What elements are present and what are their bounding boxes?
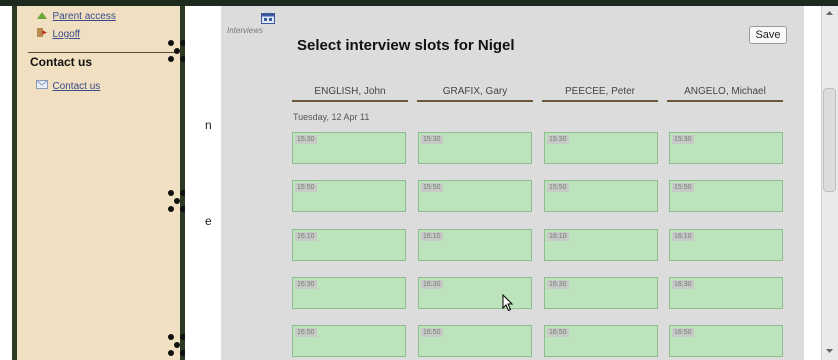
interview-slot[interactable]: 15:30 <box>669 132 783 164</box>
interview-slot[interactable]: 16:30 <box>292 277 406 309</box>
slot-time: 16:50 <box>672 328 694 337</box>
slot-time: 16:50 <box>295 328 317 337</box>
interview-slot[interactable]: 15:50 <box>418 180 532 212</box>
page-title: Select interview slots for Nigel <box>297 37 515 54</box>
interview-slot[interactable]: 16:50 <box>292 325 406 357</box>
slot-time: 16:10 <box>672 232 694 241</box>
left-page-edge <box>0 6 12 360</box>
interview-slot[interactable]: 15:50 <box>544 180 658 212</box>
interview-slot[interactable]: 16:10 <box>669 229 783 261</box>
contact-divider <box>28 52 178 53</box>
teacher-column-header: ENGLISH, John <box>292 86 408 102</box>
sidebar-item-parent-access[interactable]: Parent access <box>36 6 116 24</box>
slot-time: 15:50 <box>672 183 694 192</box>
section-label: Interviews <box>227 26 264 35</box>
slot-time: 16:30 <box>295 280 317 289</box>
slot-time: 16:50 <box>547 328 569 337</box>
interview-slot[interactable]: 16:50 <box>418 325 532 357</box>
interview-slot[interactable]: 15:30 <box>544 132 658 164</box>
sidebar-item-logoff[interactable]: Logoff <box>36 24 80 42</box>
clipped-text: n <box>205 118 212 132</box>
slot-time: 15:30 <box>547 135 569 144</box>
slot-time: 16:30 <box>547 280 569 289</box>
slot-time: 16:10 <box>295 232 317 241</box>
calendar-icon <box>261 13 275 24</box>
interview-slot[interactable]: 16:30 <box>544 277 658 309</box>
slot-time: 15:30 <box>295 135 317 144</box>
interview-slot[interactable]: 16:50 <box>544 325 658 357</box>
teacher-column-header: GRAFIX, Gary <box>417 86 533 102</box>
slot-time: 15:30 <box>672 135 694 144</box>
interview-slot[interactable]: 16:10 <box>544 229 658 261</box>
slot-time: 15:30 <box>421 135 443 144</box>
scroll-up-arrow-icon[interactable] <box>821 6 838 20</box>
slot-time: 16:30 <box>421 280 443 289</box>
teacher-column-header: PEECEE, Peter <box>542 86 658 102</box>
envelope-icon <box>36 80 48 90</box>
date-label: Tuesday, 12 Apr 11 <box>293 112 370 122</box>
interview-slot[interactable]: 16:10 <box>292 229 406 261</box>
slot-time: 16:30 <box>672 280 694 289</box>
interview-slot[interactable]: 15:30 <box>418 132 532 164</box>
slot-time: 16:10 <box>421 232 443 241</box>
slot-time: 16:50 <box>421 328 443 337</box>
mouse-pointer-icon <box>502 294 514 312</box>
save-button[interactable]: Save <box>749 26 787 44</box>
page-gap <box>185 6 221 360</box>
scrollbar-thumb[interactable] <box>823 88 836 192</box>
interview-slot[interactable]: 16:30 <box>418 277 532 309</box>
contact-us-link[interactable]: Contact us <box>52 81 100 92</box>
interview-slot[interactable]: 15:30 <box>292 132 406 164</box>
interview-slot[interactable]: 16:10 <box>418 229 532 261</box>
slot-time: 16:10 <box>547 232 569 241</box>
sidebar-item-contact-us[interactable]: Contact us <box>36 76 100 94</box>
interview-slot[interactable]: 16:30 <box>669 277 783 309</box>
interview-slot[interactable]: 15:50 <box>669 180 783 212</box>
slot-time: 15:50 <box>421 183 443 192</box>
slot-time: 15:50 <box>547 183 569 192</box>
parent-access-link[interactable]: Parent access <box>52 11 115 22</box>
interview-slot[interactable]: 16:50 <box>669 325 783 357</box>
logoff-icon <box>37 28 47 38</box>
teacher-column-header: ANGELO, Michael <box>667 86 783 102</box>
logoff-link[interactable]: Logoff <box>52 29 80 40</box>
slot-time: 15:50 <box>295 183 317 192</box>
interview-slot[interactable]: 15:50 <box>292 180 406 212</box>
scroll-down-arrow-icon[interactable] <box>821 344 838 358</box>
parent-access-icon <box>37 11 47 19</box>
clipped-text: e <box>205 214 212 228</box>
contact-heading: Contact us <box>30 55 93 69</box>
